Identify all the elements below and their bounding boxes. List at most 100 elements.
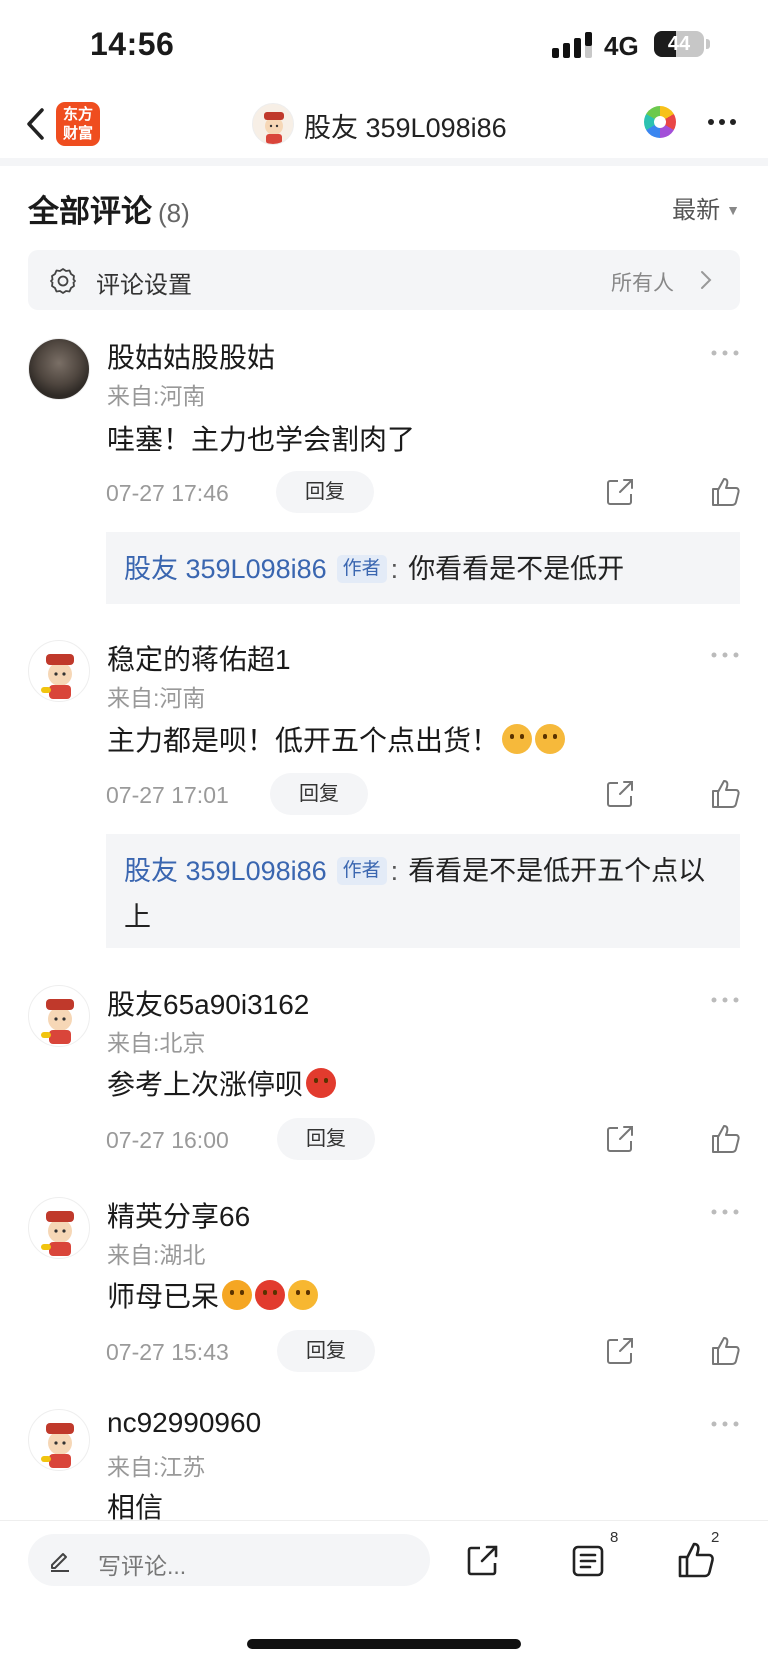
angry-emoji-icon — [255, 1280, 286, 1310]
reply-button[interactable]: 回复 — [276, 471, 374, 513]
comment-text: 主力都是呗！低开五个点出货！ — [107, 719, 566, 759]
settings-label: 评论设置 — [96, 272, 192, 299]
comment-text: 哇塞！主力也学会割肉了 — [107, 424, 416, 455]
god-of-wealth-icon — [41, 1211, 74, 1256]
color-wheel-icon[interactable] — [644, 106, 676, 138]
comment-placeholder: 写评论... — [98, 1553, 187, 1579]
comment-time: 07-27 17:01 — [106, 782, 229, 808]
reply-colon: : — [390, 856, 399, 886]
more-icon[interactable] — [710, 650, 740, 660]
confused-emoji-icon — [222, 1280, 253, 1310]
comment-time: 07-27 17:46 — [106, 480, 229, 506]
reply-author[interactable]: 股友 359L098i86 — [124, 856, 327, 886]
share-icon[interactable] — [604, 1123, 636, 1155]
avatar[interactable] — [28, 640, 90, 702]
god-of-wealth-icon — [264, 112, 284, 144]
app-logo-line1: 东方 — [62, 106, 93, 123]
more-icon[interactable] — [710, 1207, 740, 1217]
angry-emoji-icon — [306, 1068, 337, 1098]
commenter-name[interactable]: 股姑姑股股姑 — [107, 336, 275, 376]
pencil-icon — [51, 1553, 69, 1572]
network-type: 4G — [604, 31, 639, 61]
chevron-right-icon — [701, 271, 712, 289]
back-arrow-icon[interactable] — [22, 104, 50, 144]
hug-emoji-icon — [535, 724, 566, 754]
more-icon[interactable] — [710, 1419, 740, 1429]
reply-text: 你看看是不是低开 — [408, 554, 625, 584]
commenter-location: 来自:湖北 — [107, 1242, 206, 1268]
bottom-bar: 写评论... 8 2 — [0, 1520, 768, 1662]
thumbs-up-icon[interactable] — [710, 476, 742, 508]
avatar[interactable] — [28, 1409, 90, 1471]
commenter-location: 来自:江苏 — [107, 1454, 206, 1480]
thumbs-up-icon[interactable] — [677, 1541, 715, 1579]
reply-button[interactable]: 回复 — [277, 1330, 375, 1372]
comments-header: 全部评论 (8) 最新 ▼ — [28, 186, 740, 230]
thumbs-up-icon[interactable] — [710, 778, 742, 810]
app-logo-line2: 财富 — [62, 125, 93, 142]
settings-value: 所有人 — [611, 272, 674, 295]
share-icon[interactable] — [464, 1543, 500, 1579]
home-indicator — [247, 1639, 521, 1649]
comment-time: 07-27 15:43 — [106, 1339, 229, 1365]
comment-text: 参考上次涨停呗 — [107, 1063, 337, 1103]
reply-box[interactable]: 股友 359L098i86 作者: 看看是不是低开五个点以上 — [106, 834, 740, 948]
comment-input[interactable]: 写评论... — [28, 1534, 430, 1586]
commenter-name[interactable]: 精英分享66 — [107, 1195, 250, 1235]
avatar[interactable] — [28, 338, 90, 400]
commenter-name[interactable]: 股友65a90i3162 — [107, 983, 309, 1023]
comments-title: 全部评论 — [28, 194, 152, 229]
commenter-name[interactable]: nc92990960 — [107, 1407, 261, 1439]
reply-button[interactable]: 回复 — [270, 773, 368, 815]
god-of-wealth-icon — [41, 1423, 74, 1468]
author-badge: 作者 — [336, 857, 387, 885]
signal-icon — [552, 32, 592, 58]
commenter-name[interactable]: 稳定的蒋佑超1 — [107, 638, 291, 678]
comment-list-icon[interactable] — [570, 1543, 606, 1579]
comment-text-body: 参考上次涨停呗 — [107, 1069, 304, 1100]
app-logo[interactable]: 东方 财富 — [56, 102, 100, 146]
god-of-wealth-icon — [41, 654, 74, 699]
comment-settings-row[interactable]: 评论设置 所有人 — [28, 250, 740, 310]
reply-box[interactable]: 股友 359L098i86 作者: 你看看是不是低开 — [106, 532, 740, 604]
comment-time: 07-27 16:00 — [106, 1127, 229, 1153]
gear-icon — [50, 268, 76, 294]
god-of-wealth-icon — [41, 999, 74, 1044]
caret-down-icon: ▼ — [726, 202, 740, 218]
comments-count: (8) — [158, 198, 190, 228]
share-icon[interactable] — [604, 1335, 636, 1367]
more-icon[interactable] — [706, 110, 738, 134]
commenter-location: 来自:河南 — [107, 685, 206, 711]
author-badge: 作者 — [336, 555, 387, 583]
sort-dropdown[interactable]: 最新 ▼ — [672, 190, 740, 225]
avatar[interactable] — [28, 985, 90, 1047]
page-title: 股友 359L098i86 — [304, 113, 507, 143]
hug-emoji-icon — [502, 724, 533, 754]
comment-count-badge: 8 — [610, 1529, 619, 1546]
share-icon[interactable] — [604, 778, 636, 810]
more-icon[interactable] — [710, 995, 740, 1005]
avatar[interactable] — [28, 1197, 90, 1259]
battery-icon: 44 — [654, 31, 704, 57]
thumbs-up-icon[interactable] — [710, 1123, 742, 1155]
reply-button[interactable]: 回复 — [277, 1118, 375, 1160]
crying-emoji-icon — [288, 1280, 319, 1310]
commenter-location: 来自:北京 — [107, 1030, 206, 1056]
author-avatar[interactable] — [252, 103, 294, 145]
share-icon[interactable] — [604, 476, 636, 508]
reply-author[interactable]: 股友 359L098i86 — [124, 554, 327, 584]
battery-level: 44 — [667, 33, 691, 55]
status-time: 14:56 — [90, 26, 175, 62]
commenter-location: 来自:河南 — [107, 383, 206, 409]
comment-text: 师母已呆 — [107, 1275, 319, 1315]
sort-label: 最新 — [672, 197, 721, 224]
nav-bar: 东方 财富 股友 359L098i86 — [0, 92, 768, 166]
like-count-badge: 2 — [711, 1529, 720, 1546]
status-bar: 14:56 4G 44 — [0, 0, 768, 90]
reply-colon: : — [390, 554, 399, 584]
thumbs-up-icon[interactable] — [710, 1335, 742, 1367]
more-icon[interactable] — [710, 348, 740, 358]
comment-text-body: 师母已呆 — [107, 1281, 220, 1312]
comment-text-body: 主力都是呗！低开五个点出货！ — [107, 725, 500, 756]
battery-cap — [706, 39, 710, 49]
